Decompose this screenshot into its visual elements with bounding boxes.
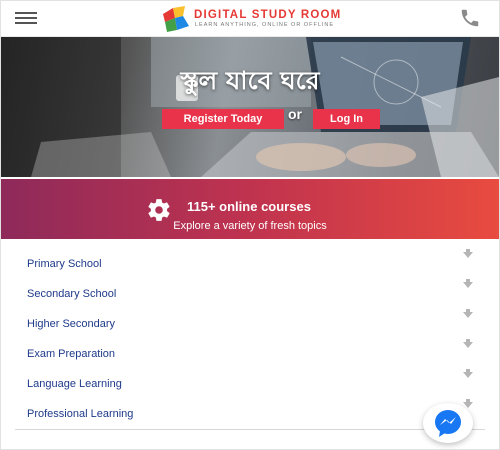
logo-tagline: LEARN ANYTHING, ONLINE OR OFFLINE [195, 22, 335, 28]
page: DIGITAL STUDY ROOM LEARN ANYTHING, ONLIN… [0, 0, 500, 450]
messenger-icon [435, 410, 461, 437]
logo-title: DIGITAL STUDY ROOM [194, 9, 342, 21]
chevron-down-icon[interactable] [462, 338, 474, 350]
site-logo[interactable]: DIGITAL STUDY ROOM LEARN ANYTHING, ONLIN… [161, 6, 351, 32]
chevron-down-icon[interactable] [462, 248, 474, 260]
hero-banner: স্কুল যাবে ঘরে Register Today or Log In [1, 37, 499, 177]
course-label[interactable]: Exam Preparation [27, 348, 115, 360]
course-label[interactable]: Higher Secondary [27, 318, 115, 330]
course-item-exam-preparation[interactable]: Exam Preparation [1, 337, 499, 367]
hero-title: স্কুল যাবে ঘরে [180, 66, 320, 95]
or-label: or [288, 106, 302, 122]
chevron-down-icon[interactable] [462, 278, 474, 290]
course-item-secondary-school[interactable]: Secondary School [1, 277, 499, 307]
logo-mark-icon [163, 6, 189, 32]
course-label[interactable]: Professional Learning [27, 408, 133, 420]
chevron-down-icon[interactable] [462, 308, 474, 320]
phone-icon[interactable] [459, 7, 481, 29]
chevron-down-icon[interactable] [462, 368, 474, 380]
course-category-list: Primary School Secondary School Higher S… [1, 247, 499, 427]
courses-subtitle: Explore a variety of fresh topics [173, 220, 327, 232]
courses-banner: 115+ online courses Explore a variety of… [1, 179, 499, 239]
course-label[interactable]: Primary School [27, 258, 102, 270]
hamburger-icon[interactable] [15, 11, 37, 25]
course-item-higher-secondary[interactable]: Higher Secondary [1, 307, 499, 337]
course-label[interactable]: Secondary School [27, 288, 116, 300]
courses-count-title: 115+ online courses [187, 199, 311, 214]
hero-background-image [1, 37, 499, 177]
course-item-primary-school[interactable]: Primary School [1, 247, 499, 277]
login-button[interactable]: Log In [313, 109, 380, 129]
messenger-chat-button[interactable] [423, 403, 473, 443]
list-divider [15, 429, 485, 430]
course-item-language-learning[interactable]: Language Learning [1, 367, 499, 397]
register-button[interactable]: Register Today [162, 109, 284, 129]
course-label[interactable]: Language Learning [27, 378, 122, 390]
top-header: DIGITAL STUDY ROOM LEARN ANYTHING, ONLIN… [1, 1, 499, 37]
